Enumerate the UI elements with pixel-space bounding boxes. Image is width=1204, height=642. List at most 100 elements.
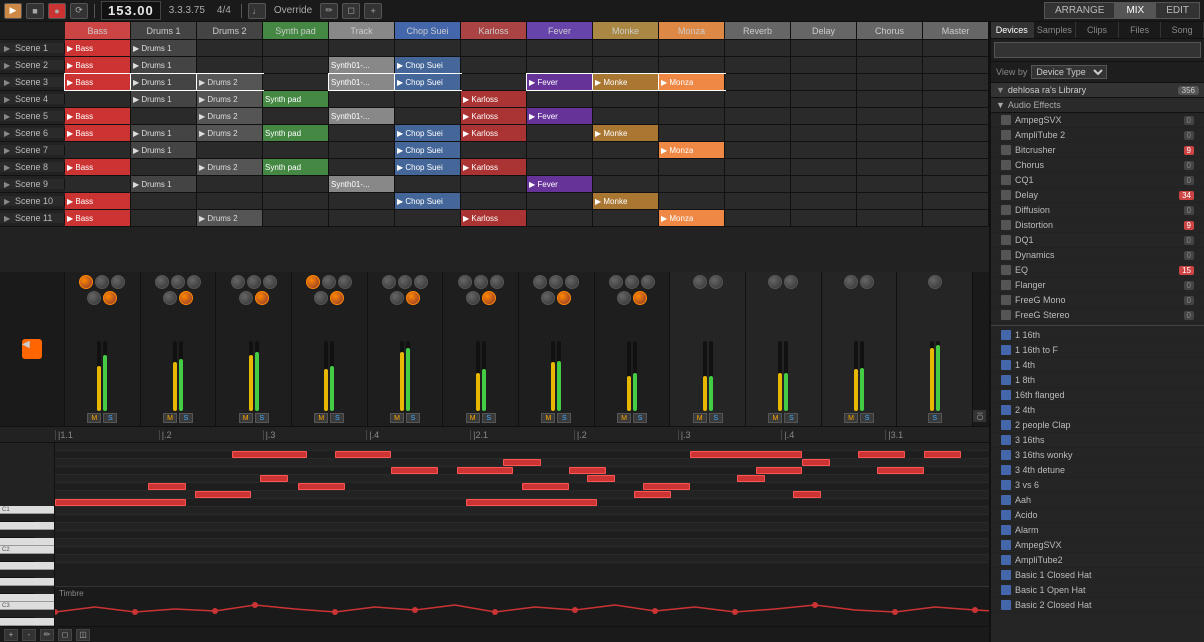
library-row[interactable]: ▼ dehlosa ra's Library 356 [991,83,1204,98]
clip-s5-delay[interactable] [791,108,857,124]
clip-s10-reverb[interactable] [725,193,791,209]
clip-s11-chorus[interactable] [857,210,923,226]
clip-s6-kar[interactable]: ▶ Karloss [461,125,527,141]
rp-tab-devices[interactable]: Devices [991,22,1034,38]
knob-ka-3[interactable] [565,275,579,289]
clip-s11-reverb[interactable] [725,210,791,226]
clip-s7-synth[interactable] [263,142,329,158]
clip-s8-drums1[interactable] [131,159,197,175]
knob-ka-4[interactable] [541,291,555,305]
knob-ms-1[interactable] [928,275,942,289]
knob-d1-4[interactable] [163,291,177,305]
clip-s1-fever[interactable] [527,40,593,56]
clip-s1-drums1[interactable]: ▶ Drums 1 [131,40,197,56]
clip-s7-track[interactable] [329,142,395,158]
clip-s10-drums2[interactable] [197,193,263,209]
item-diffusion[interactable]: Diffusion 0 [991,203,1204,218]
edit-tab[interactable]: EDIT [1155,2,1200,19]
clip-s8-synth[interactable]: Synth pad [263,159,329,175]
clip-s1-track[interactable] [329,40,395,56]
fader-cr[interactable] [854,341,858,411]
clip-s1-chop[interactable] [395,40,461,56]
fader-bass[interactable] [97,341,101,411]
clip-s11-drums1[interactable] [131,210,197,226]
stop-button[interactable]: ■ [26,3,44,19]
clip-s8-chop[interactable]: ▶ Chop Suei [395,159,461,175]
clip-s11-monke[interactable] [593,210,659,226]
knob-sy-1[interactable] [306,275,320,289]
mute-d2[interactable]: M [239,413,253,423]
clip-s8-reverb[interactable] [725,159,791,175]
clip-s11-drums2[interactable]: ▶ Drums 2 [197,210,263,226]
item-dynamics[interactable]: Dynamics 0 [991,248,1204,263]
knob-tr-1[interactable] [382,275,396,289]
clip-s2-drums2[interactable] [197,57,263,73]
item-cq1[interactable]: CQ1 0 [991,173,1204,188]
clip-s5-chop[interactable] [395,108,461,124]
play-button[interactable]: ▶ [4,3,22,19]
arrange-tab[interactable]: ARRANGE [1044,2,1115,19]
clip-s8-bass[interactable]: ▶ Bass [65,159,131,175]
clip-s7-fever[interactable] [527,142,593,158]
mute-fv[interactable]: M [617,413,631,423]
solo-ka[interactable]: S [557,413,571,423]
audio-effects-section[interactable]: ▼ Audio Effects [991,98,1204,113]
knob-ch-3[interactable] [490,275,504,289]
item-freeg-mono[interactable]: FreeG Mono 0 [991,293,1204,308]
knob-sy-2[interactable] [322,275,336,289]
knob-fv-1[interactable] [609,275,623,289]
clip-s10-bass[interactable]: ▶ Bass [65,193,131,209]
solo-ch[interactable]: S [482,413,496,423]
item-3-4th-detune[interactable]: 3 4th detune [991,463,1204,478]
solo-tr[interactable]: S [406,413,420,423]
knob-bass-5[interactable] [103,291,117,305]
knob-ka-2[interactable] [549,275,563,289]
fader-rv[interactable] [703,341,707,411]
clip-s7-kar[interactable] [461,142,527,158]
clip-s7-chop[interactable]: ▶ Chop Suei [395,142,461,158]
search-input[interactable] [994,42,1201,58]
pr-zoom-in[interactable]: + [4,629,18,641]
mute-d1[interactable]: M [163,413,177,423]
knob-tr-3[interactable] [414,275,428,289]
pencil-tool[interactable]: ✏ [320,3,338,19]
fader-ka[interactable] [551,341,555,411]
fader-d1-r[interactable] [179,341,183,411]
rp-tab-files[interactable]: Files [1119,22,1162,38]
clip-s6-monza[interactable] [659,125,725,141]
fader-fv-r[interactable] [633,341,637,411]
solo-d2[interactable]: S [255,413,269,423]
clip-s10-delay[interactable] [791,193,857,209]
clip-s4-reverb[interactable] [725,91,791,107]
knob-sy-4[interactable] [314,291,328,305]
item-2-4th[interactable]: 2 4th [991,403,1204,418]
clip-s1-kar[interactable] [461,40,527,56]
clip-s11-track[interactable] [329,210,395,226]
clip-s6-drums2[interactable]: ▶ Drums 2 [197,125,263,141]
knob-rv-2[interactable] [709,275,723,289]
solo-dl[interactable]: S [784,413,798,423]
item-amplitube2-2[interactable]: AmpliTube2 [991,553,1204,568]
clip-s11-fever[interactable] [527,210,593,226]
loop-button[interactable]: ⟳ [70,3,88,19]
scene-play-3[interactable]: ▶ [4,78,12,86]
clip-s6-fever[interactable] [527,125,593,141]
scene-play-11[interactable]: ▶ [4,214,12,222]
clip-s9-reverb[interactable] [725,176,791,192]
knob-ch-5[interactable] [482,291,496,305]
clip-s11-bass[interactable]: ▶ Bass [65,210,131,226]
scene-play-10[interactable]: ▶ [4,197,12,205]
knob-fv-4[interactable] [617,291,631,305]
item-freeg-stereo[interactable]: FreeG Stereo 0 [991,308,1204,323]
fader-ka-r[interactable] [557,341,561,411]
clip-s10-synth[interactable] [263,193,329,209]
clip-s3-drums1[interactable]: ▶ Drums 1 [131,74,197,90]
clip-s3-drums2[interactable]: ▶ Drums 2 [197,74,263,90]
fader-dl[interactable] [778,341,782,411]
pr-pencil[interactable]: ✏ [40,629,54,641]
clip-s10-chorus[interactable] [857,193,923,209]
clip-s8-delay[interactable] [791,159,857,175]
item-aah[interactable]: Aah [991,493,1204,508]
clip-s3-track[interactable]: Synth01-... [329,74,395,90]
clip-s6-master[interactable] [923,125,989,141]
